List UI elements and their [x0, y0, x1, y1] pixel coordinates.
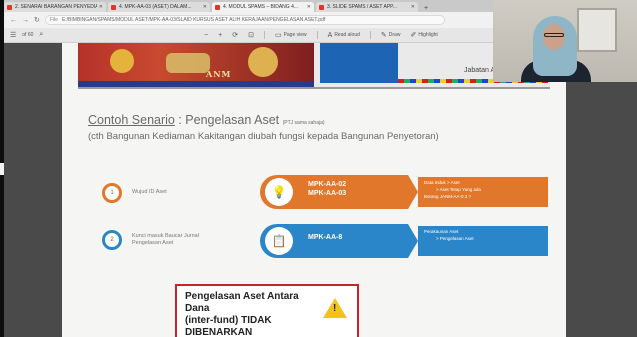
screenshot-panel	[320, 43, 398, 83]
contents-icon[interactable]: ☰	[10, 31, 16, 39]
pdf-icon	[111, 4, 116, 10]
rotate-icon[interactable]: ⟳	[232, 31, 238, 39]
warning-line: Dana	[185, 303, 210, 314]
band-arrow	[408, 175, 418, 209]
code-label: MPK-AA-03	[308, 189, 347, 197]
title-note: (PTJ sama sahaja)	[282, 120, 325, 126]
url-text: E:/BIMBINGAN/SPAMS/MODUL ASET/MPK-AA-03/…	[61, 17, 326, 23]
presenter-face	[543, 24, 565, 50]
code-label: MPK-AA-8	[308, 234, 343, 241]
pdf-icon	[7, 4, 12, 10]
highlight-button[interactable]: ✐ Highlight	[410, 31, 437, 39]
browser-tab-active[interactable]: 4. MODUL SPAMS – BIDANG 4... ✕	[212, 2, 314, 12]
anm-logo-text: ANM	[206, 69, 232, 79]
crest-graphic	[248, 47, 278, 77]
step-2: 2 Kunci masuk Baucar Jurnal Pengelasan A…	[102, 230, 212, 250]
code-label: MPK-AA-02	[308, 181, 347, 188]
title-rest: : Pengelasan Aset	[174, 113, 283, 127]
banner-stripe	[78, 81, 314, 87]
refresh-icon[interactable]: ↻	[34, 16, 40, 24]
close-icon[interactable]: ✕	[203, 4, 207, 10]
crest-graphic	[166, 53, 210, 73]
detail-line: > Pengelasan Aset	[436, 235, 474, 241]
pdf-viewport[interactable]: ANM Jabatan A... Contoh Senario : Pengel…	[4, 43, 637, 337]
divider	[316, 31, 318, 39]
page-count: of 60	[22, 32, 34, 38]
pdf-page: ANM Jabatan A... Contoh Senario : Pengel…	[62, 43, 566, 337]
divider	[369, 31, 371, 39]
fit-page-icon[interactable]: ⊡	[248, 31, 254, 39]
warning-line: (inter-fund) TIDAK	[185, 315, 272, 326]
browser-tab[interactable]: 4. MPK-AA-03 (ASET) DALAM... ✕	[108, 2, 210, 12]
close-icon[interactable]: ✕	[411, 4, 415, 10]
tab-title: 4. MODUL SPAMS – BIDANG 4...	[223, 4, 299, 10]
warning-box: Pengelasan Aset Antara Dana (inter-fund)…	[175, 284, 359, 337]
tab-title: 4. MPK-AA-03 (ASET) DALAM...	[119, 4, 192, 10]
zoom-in-icon[interactable]: +	[218, 32, 222, 39]
warning-line: Pengelasan Aset Antara	[185, 291, 299, 302]
close-icon[interactable]: ✕	[99, 4, 103, 10]
tab-title: 2. SENARAI BARANGAN PENYEDIA...	[15, 4, 97, 10]
warning-triangle-icon: !	[323, 298, 347, 318]
url-input[interactable]: File E:/BIMBINGAN/SPAMS/MODUL ASET/MPK-A…	[44, 15, 445, 25]
previous-slide-banner: ANM	[78, 43, 314, 87]
band-details: Data Induk > Aset > Aset Tetap Yang ada …	[418, 177, 548, 207]
warning-line: DIBENARKAN	[185, 327, 253, 337]
forward-icon[interactable]: →	[22, 17, 29, 24]
draw-button[interactable]: ✎ Draw	[381, 31, 401, 39]
detail-line: Perakaunan Aset	[424, 229, 459, 234]
back-icon[interactable]: ←	[10, 17, 17, 24]
detail-line: Data Induk > Aset	[424, 180, 460, 185]
band-details: Perakaunan Aset > Pengelasan Aset	[418, 226, 548, 256]
zoom-out-icon[interactable]: −	[204, 32, 208, 39]
tab-title: 3. SLIDE SPAMS / ASET APP...	[327, 4, 398, 10]
highlight-icon: ✐	[410, 32, 417, 39]
search-icon[interactable]: ⌕	[39, 31, 43, 39]
detail-line: Borang JANM-AA-0.3 ?	[424, 193, 472, 199]
browser-tab[interactable]: 2. SENARAI BARANGAN PENYEDIA... ✕	[4, 2, 106, 12]
presenter-glasses	[544, 33, 564, 37]
step-number: 1	[102, 183, 122, 203]
close-icon[interactable]: ✕	[307, 4, 311, 10]
step-text: Kunci masuk Baucar Jurnal Pengelasan Ase…	[132, 232, 199, 246]
pdf-icon	[319, 4, 324, 10]
step-number: 2	[102, 230, 122, 250]
new-tab-button[interactable]: +	[420, 5, 432, 12]
slide-title: Contoh Senario : Pengelasan Aset (PTJ sa…	[88, 113, 325, 127]
warning-text: Pengelasan Aset Antara Dana (inter-fund)…	[185, 291, 335, 337]
band-arrow	[408, 224, 418, 258]
draw-icon: ✎	[380, 32, 387, 39]
webcam-window-frame	[577, 8, 617, 52]
step-1: 1 Wujud ID Aset	[102, 183, 212, 203]
divider	[263, 31, 265, 39]
file-info-icon[interactable]: File	[50, 17, 58, 23]
document-icon: 📋	[265, 227, 293, 255]
read-aloud-icon: A	[327, 31, 333, 39]
detail-line: > Aset Tetap Yang ada	[436, 186, 481, 192]
crest-graphic	[110, 49, 134, 73]
step-text: Wujud ID Aset	[132, 189, 167, 196]
browser-tab[interactable]: 3. SLIDE SPAMS / ASET APP... ✕	[316, 2, 418, 12]
read-aloud-button[interactable]: A Read aloud	[328, 32, 360, 39]
slide-subtitle: (cth Bangunan Kediaman Kakitangan diubah…	[88, 131, 439, 142]
page-view-icon: ▭	[274, 32, 282, 39]
previous-slide-bottom: ANM Jabatan A...	[78, 43, 550, 89]
pdf-icon	[215, 4, 220, 10]
band-codes: MPK-AA-02 MPK-AA-03	[308, 181, 346, 199]
band-codes: MPK-AA-8	[308, 234, 342, 243]
title-prefix: Contoh Senario	[88, 113, 175, 127]
page-view-button[interactable]: ▭ Page view	[275, 31, 307, 39]
webcam-video	[493, 0, 637, 82]
lightbulb-icon: 💡	[265, 178, 293, 206]
